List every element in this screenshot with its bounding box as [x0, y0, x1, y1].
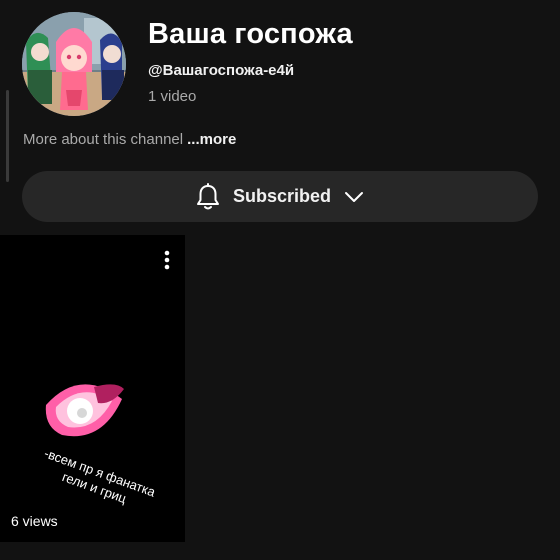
video-count: 1 video [148, 88, 197, 105]
more-link[interactable]: ...more [187, 131, 236, 148]
channel-avatar[interactable] [22, 12, 126, 116]
about-text: More about this channel [23, 131, 184, 148]
more-options-icon[interactable] [158, 248, 176, 272]
channel-about-row[interactable]: More about this channel ...more [23, 131, 236, 148]
video-card[interactable]: -всем пр я фанатка гели и гриц 6 views [0, 235, 185, 542]
video-overlay-text: -всем пр я фанатка гели и гриц [42, 445, 158, 507]
subscribed-button[interactable]: Subscribed [22, 171, 538, 222]
bell-icon [195, 182, 221, 211]
avatar-image [22, 12, 126, 116]
channel-name: Ваша госпожа [148, 18, 353, 50]
chevron-down-icon [343, 190, 365, 204]
scroll-indicator[interactable] [6, 90, 9, 182]
thumbnail-eye-art [45, 384, 124, 437]
subscribed-label: Subscribed [232, 186, 332, 206]
channel-handle: @Вашагоспожа-е4й [148, 62, 295, 79]
view-count: 6 views [11, 513, 58, 529]
